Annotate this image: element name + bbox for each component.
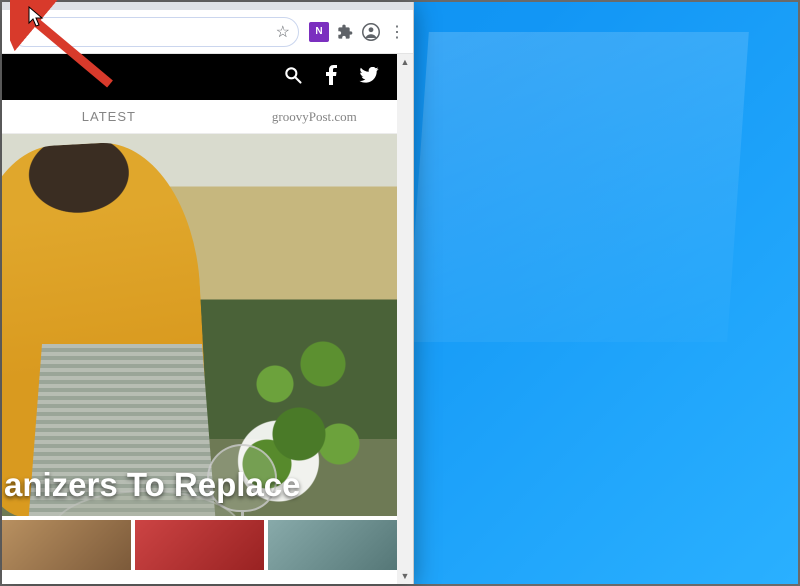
thumb-2[interactable] [135, 520, 264, 570]
scroll-track[interactable] [397, 70, 413, 568]
thumb-1[interactable] [2, 520, 131, 570]
hero-headline: anizers To Replace [4, 466, 301, 504]
twitter-icon[interactable] [359, 67, 379, 88]
mouse-cursor-icon [28, 6, 44, 28]
search-icon[interactable] [283, 65, 303, 90]
kebab-menu-icon[interactable]: ⋮ [387, 22, 407, 42]
site-brand[interactable]: groovyPost.com [216, 109, 413, 125]
facebook-icon[interactable] [325, 65, 337, 90]
annotation-arrow [10, 0, 120, 92]
onenote-extension-icon[interactable]: N [309, 22, 329, 42]
thumb-3[interactable] [268, 520, 397, 570]
hero-thumbnail-strip[interactable] [2, 516, 397, 570]
site-nav-row: LATEST groovyPost.com [2, 100, 413, 134]
hero-article[interactable]: anizers To Replace [2, 134, 397, 570]
nav-latest-tab[interactable]: LATEST [2, 109, 216, 124]
profile-avatar-icon[interactable] [361, 23, 381, 41]
scroll-up-arrow-icon[interactable]: ▲ [397, 54, 413, 70]
bookmark-star-icon[interactable]: ☆ [276, 22, 290, 42]
vertical-scrollbar[interactable]: ▲ ▼ [397, 54, 413, 584]
extensions-puzzle-icon[interactable] [335, 24, 355, 40]
desktop-wallpaper-highlight [407, 32, 749, 342]
scroll-down-arrow-icon[interactable]: ▼ [397, 568, 413, 584]
page-viewport: LATEST groovyPost.com anizers To Replace… [2, 54, 413, 584]
